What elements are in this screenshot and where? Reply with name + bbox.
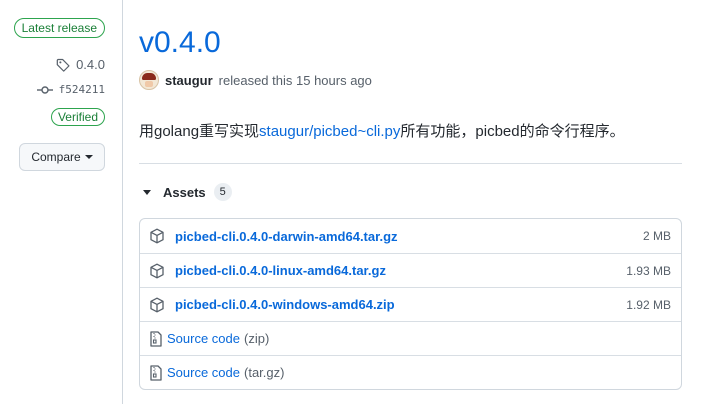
commit-link[interactable]: f524211 [36,83,105,96]
release-main: v0.4.0 staugur released this 15 hours ag… [139,0,682,404]
compare-button[interactable]: Compare [19,143,105,171]
compare-button-label: Compare [31,150,81,164]
assets-toggle[interactable]: Assets 5 [139,183,232,201]
verified-badge[interactable]: Verified [50,108,105,126]
tag-icon [56,58,70,72]
section-divider [139,163,682,164]
caret-down-icon [84,155,93,159]
asset-size: 2 MB [642,229,671,243]
sidebar-divider [122,0,123,404]
package-icon [149,228,165,244]
author-link[interactable]: staugur [165,73,213,88]
source-code-link[interactable]: Source code [167,365,240,380]
description-prefix: 用golang重写实现 [139,123,260,140]
asset-size: 1.93 MB [626,263,671,278]
source-code-ext: (zip) [244,331,270,346]
asset-link[interactable]: picbed-cli.0.4.0-darwin-amd64.tar.gz [175,229,398,244]
tag-label: 0.4.0 [76,57,105,72]
latest-release-badge: Latest release [13,18,105,38]
commit-sha: f524211 [58,83,105,96]
triangle-down-icon [143,189,151,195]
asset-link[interactable]: picbed-cli.0.4.0-windows-amd64.zip [175,297,395,312]
source-code-ext: (tar.gz) [244,365,285,380]
release-sidebar: Latest release 0.4.0 f524211 Verified Co… [0,0,122,404]
asset-row: picbed-cli.0.4.0-windows-amd64.zip 1.92 … [140,287,681,321]
assets-label: Assets [163,184,206,200]
asset-link[interactable]: picbed-cli.0.4.0-linux-amd64.tar.gz [175,263,386,278]
package-icon [149,263,165,279]
avatar[interactable] [139,70,159,90]
source-code-link[interactable]: Source code [167,331,240,346]
release-title[interactable]: v0.4.0 [139,24,221,62]
source-row: Source code (tar.gz) [140,355,681,389]
package-icon [149,297,165,313]
released-text: released this 15 hours ago [218,72,372,88]
description-suffix: 所有功能，picbed的命令行程序。 [400,123,625,140]
source-row: Source code (zip) [140,321,681,355]
description-link[interactable]: staugur/picbed~cli.py [259,123,400,140]
git-commit-icon [36,85,53,95]
asset-row: picbed-cli.0.4.0-linux-amd64.tar.gz 1.93… [140,253,681,287]
tag-link[interactable]: 0.4.0 [56,57,105,72]
asset-row: picbed-cli.0.4.0-darwin-amd64.tar.gz 2 M… [140,219,681,253]
release-description: 用golang重写实现staugur/picbed~cli.py所有功能，pic… [139,120,625,141]
asset-size: 1.92 MB [626,297,671,312]
release-meta: staugur released this 15 hours ago [139,70,372,90]
assets-list: picbed-cli.0.4.0-darwin-amd64.tar.gz 2 M… [139,218,682,390]
assets-count: 5 [213,183,232,201]
file-zip-icon [149,330,163,347]
file-zip-icon [149,364,163,381]
